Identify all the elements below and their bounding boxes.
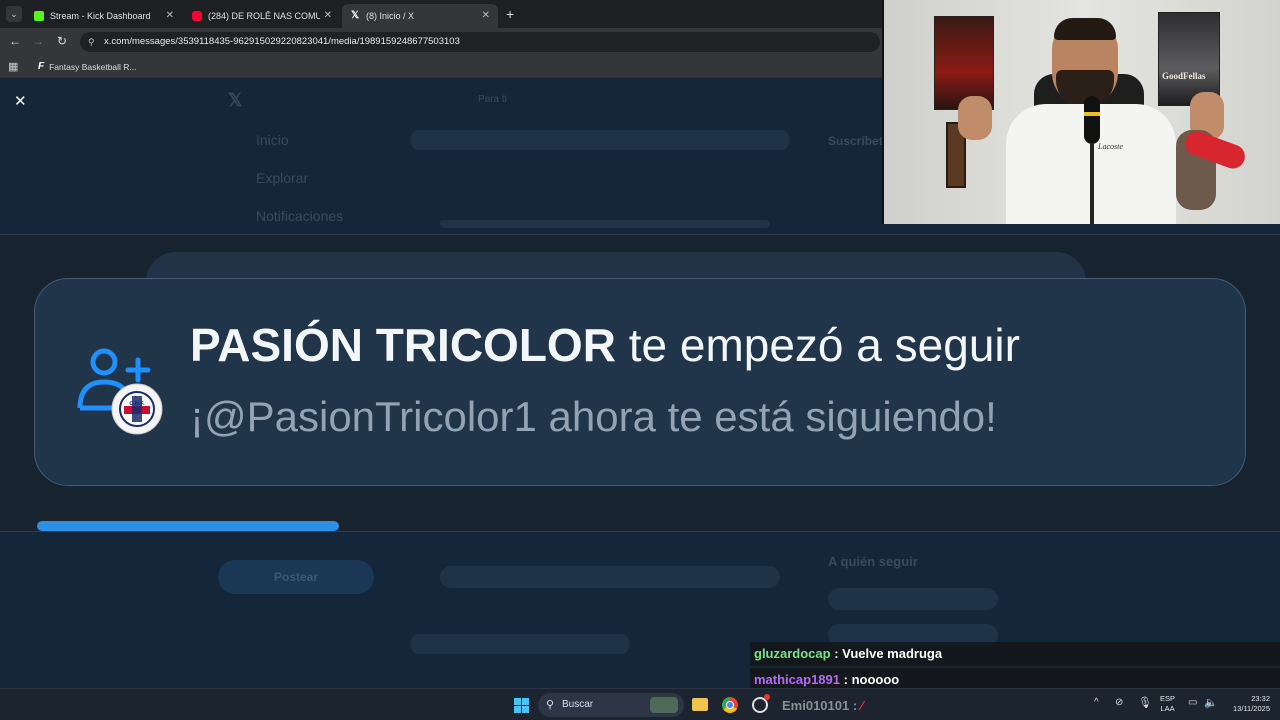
overlay-username: Emi010101 : (782, 698, 858, 713)
notification-subtitle: ¡@PasionTricolor1 ahora te está siguiend… (190, 393, 997, 440)
windows-taskbar: ⚲ Buscar Emi010101 : ⁄ ^ ⊘ 🎙 ESP LAA ▭ 🔈… (0, 688, 1280, 720)
tweet-line (410, 634, 630, 654)
volume-icon[interactable]: 🔈 (1204, 696, 1218, 709)
subscribe-heading: Suscríbete (828, 134, 890, 148)
chat-username: gluzardocap (754, 646, 831, 661)
compose-bar (410, 130, 790, 150)
bookmark-fantasy[interactable]: F Fantasy Basketball R... (38, 61, 137, 72)
start-icon[interactable] (514, 698, 529, 713)
chat-text: nooooo (851, 672, 900, 687)
language-indicator[interactable]: ESP LAA (1160, 694, 1175, 714)
x-logo-icon: 𝕏 (228, 90, 243, 110)
apps-grid-icon[interactable]: ▦ (8, 60, 18, 73)
close-tab-icon[interactable]: ✕ (324, 10, 332, 21)
webcam-feed: GoodFellas Lacoste (882, 0, 1280, 224)
follow-suggestion (828, 588, 998, 610)
overlay-chat-line: Emi010101 : ⁄ (782, 698, 863, 713)
follow-action: te empezó a seguir (615, 319, 1020, 371)
streamer-hair (1054, 18, 1116, 40)
search-highlight-icon (650, 697, 678, 713)
tray-chevron-icon[interactable]: ^ (1094, 697, 1099, 708)
tab-youtube[interactable]: (284) DE ROLÊ NAS COMUNIDA ✕ (184, 4, 340, 28)
youtube-icon (192, 11, 202, 21)
back-icon[interactable]: ← (9, 34, 21, 48)
who-to-follow-heading: A quién seguir (828, 554, 918, 569)
tab-title: (8) Inicio / X (366, 11, 415, 21)
follower-name: PASIÓN TRICOLOR (190, 319, 616, 371)
clock-time: 23:32 (1251, 694, 1270, 703)
lang-bottom: LAA (1160, 704, 1175, 713)
notification-title: PASIÓN TRICOLOR te empezó a seguir (190, 318, 1020, 372)
chrome-icon[interactable] (722, 697, 738, 713)
club-badge-icon: C.N.F. (111, 383, 163, 435)
kick-icon (34, 11, 44, 21)
reload-icon[interactable]: ↻ (57, 34, 67, 48)
nav-home: Inicio (256, 132, 289, 148)
forward-icon[interactable]: → (32, 34, 44, 48)
badge-text: C.N.F. (129, 401, 145, 407)
x-icon: 𝕏 (350, 10, 360, 21)
tab-for-you: Para ti (478, 94, 507, 105)
post-button-label: Postear (274, 570, 319, 584)
hand-left (958, 96, 992, 140)
chat-separator: : (830, 646, 843, 661)
close-tab-icon[interactable]: ✕ (166, 10, 174, 21)
mic-arm (1090, 144, 1094, 224)
tweet-line (440, 220, 770, 228)
new-tab-button[interactable]: + (506, 6, 514, 22)
site-info-icon[interactable]: ⚲ (88, 32, 95, 52)
clock[interactable]: 23:32 13/11/2025 (1222, 694, 1270, 714)
poster-left (934, 16, 994, 110)
mic-ring (1084, 112, 1100, 116)
tab-search-button[interactable]: ⌄ (6, 6, 22, 22)
emote-icon: ⁄ (860, 698, 863, 713)
chat-username: mathicap1891 (754, 672, 840, 687)
search-placeholder: Buscar (562, 699, 594, 710)
close-media-icon[interactable]: ✕ (14, 92, 27, 110)
close-tab-icon[interactable]: ✕ (482, 10, 490, 21)
url-text: x.com/messages/3539118435-96291502922082… (104, 36, 460, 47)
poster-right-title: GoodFellas (1162, 71, 1206, 81)
search-icon: ⚲ (546, 699, 555, 711)
file-explorer-icon[interactable] (692, 698, 708, 711)
video-controls (440, 566, 780, 588)
chat-message: gluzardocap : Vuelve madruga (750, 642, 1280, 666)
tab-title: (284) DE ROLÊ NAS COMUNIDA (208, 11, 320, 21)
microphone-icon[interactable]: 🎙 (1138, 696, 1152, 709)
tab-kick[interactable]: Stream - Kick Dashboard ✕ (26, 4, 182, 28)
lang-top: ESP (1160, 694, 1176, 703)
taskbar-search-box[interactable]: ⚲ Buscar (538, 693, 684, 717)
bookmark-label: Fantasy Basketball R... (49, 61, 137, 72)
url-field[interactable]: ⚲ x.com/messages/3539118435-962915029220… (80, 32, 880, 52)
network-off-icon[interactable]: ⊘ (1115, 697, 1123, 708)
nav-notifications: Notificaciones (256, 208, 344, 224)
display-icon[interactable]: ▭ (1188, 697, 1197, 708)
follow-notification-card (34, 278, 1246, 486)
record-indicator-icon (764, 694, 770, 700)
tab-title: Stream - Kick Dashboard (50, 11, 151, 21)
chat-separator: : (840, 672, 852, 687)
fantasy-icon: F (38, 61, 45, 72)
nav-explore: Explorar (256, 170, 309, 186)
shirt-logo: Lacoste (1098, 142, 1123, 151)
alert-progress-bar (37, 521, 339, 531)
chat-text: Vuelve madruga (842, 646, 943, 661)
clock-date: 13/11/2025 (1233, 704, 1270, 713)
tab-x[interactable]: 𝕏 (8) Inicio / X ✕ (342, 4, 498, 28)
microphone (1084, 96, 1100, 144)
